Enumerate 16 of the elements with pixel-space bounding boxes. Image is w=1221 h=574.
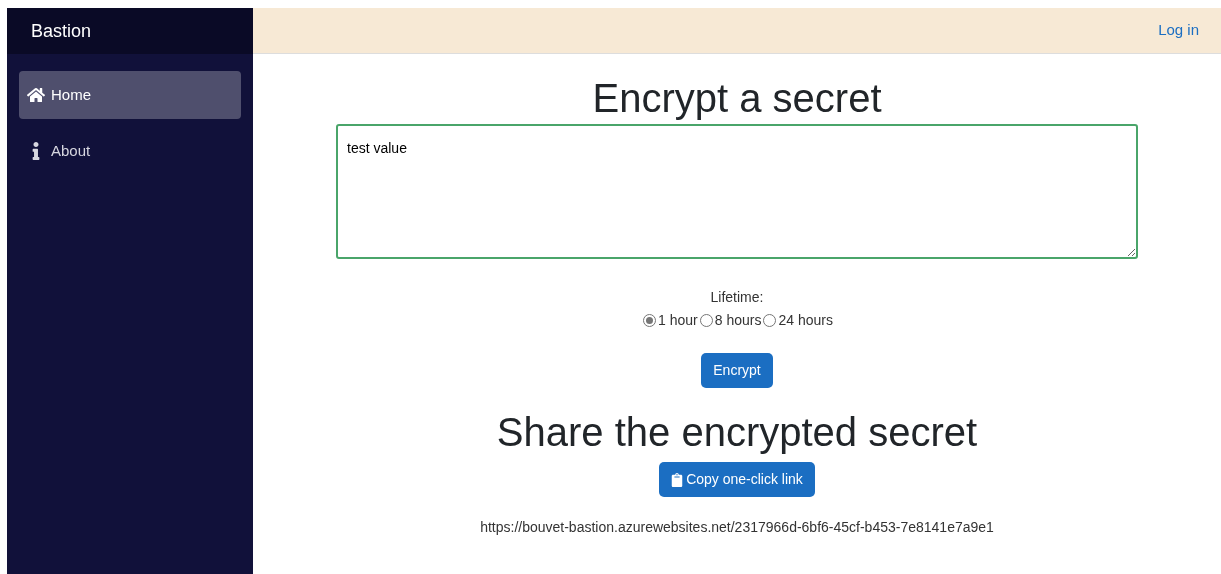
brand-title: Bastion: [31, 19, 92, 43]
section-title: Share the encrypted secret: [496, 409, 978, 456]
secret-input-field[interactable]: test value: [336, 124, 1138, 259]
nav-item[interactable]: About: [19, 127, 241, 175]
radio-label: 8 hours: [714, 311, 762, 330]
nav-item[interactable]: Home: [19, 71, 241, 119]
login-link[interactable]: Log in: [1158, 19, 1199, 42]
lifetime-label: Lifetime:: [710, 288, 764, 307]
encrypt-button[interactable]: Encrypt: [701, 353, 773, 388]
radio-label: 24 hours: [778, 311, 833, 330]
page-title: Encrypt a secret: [592, 75, 882, 122]
share-link-text: https://bouvet-bastion.azurewebsites.net/2317966d-6bf6-45cf-b453-7e8141e7a9e1: [480, 518, 994, 537]
clipboard-icon: [671, 472, 684, 487]
home-icon: [27, 86, 45, 104]
radio-label: 1 hour: [658, 311, 698, 330]
copy-link-button[interactable]: Copy one-click link: [659, 462, 815, 497]
